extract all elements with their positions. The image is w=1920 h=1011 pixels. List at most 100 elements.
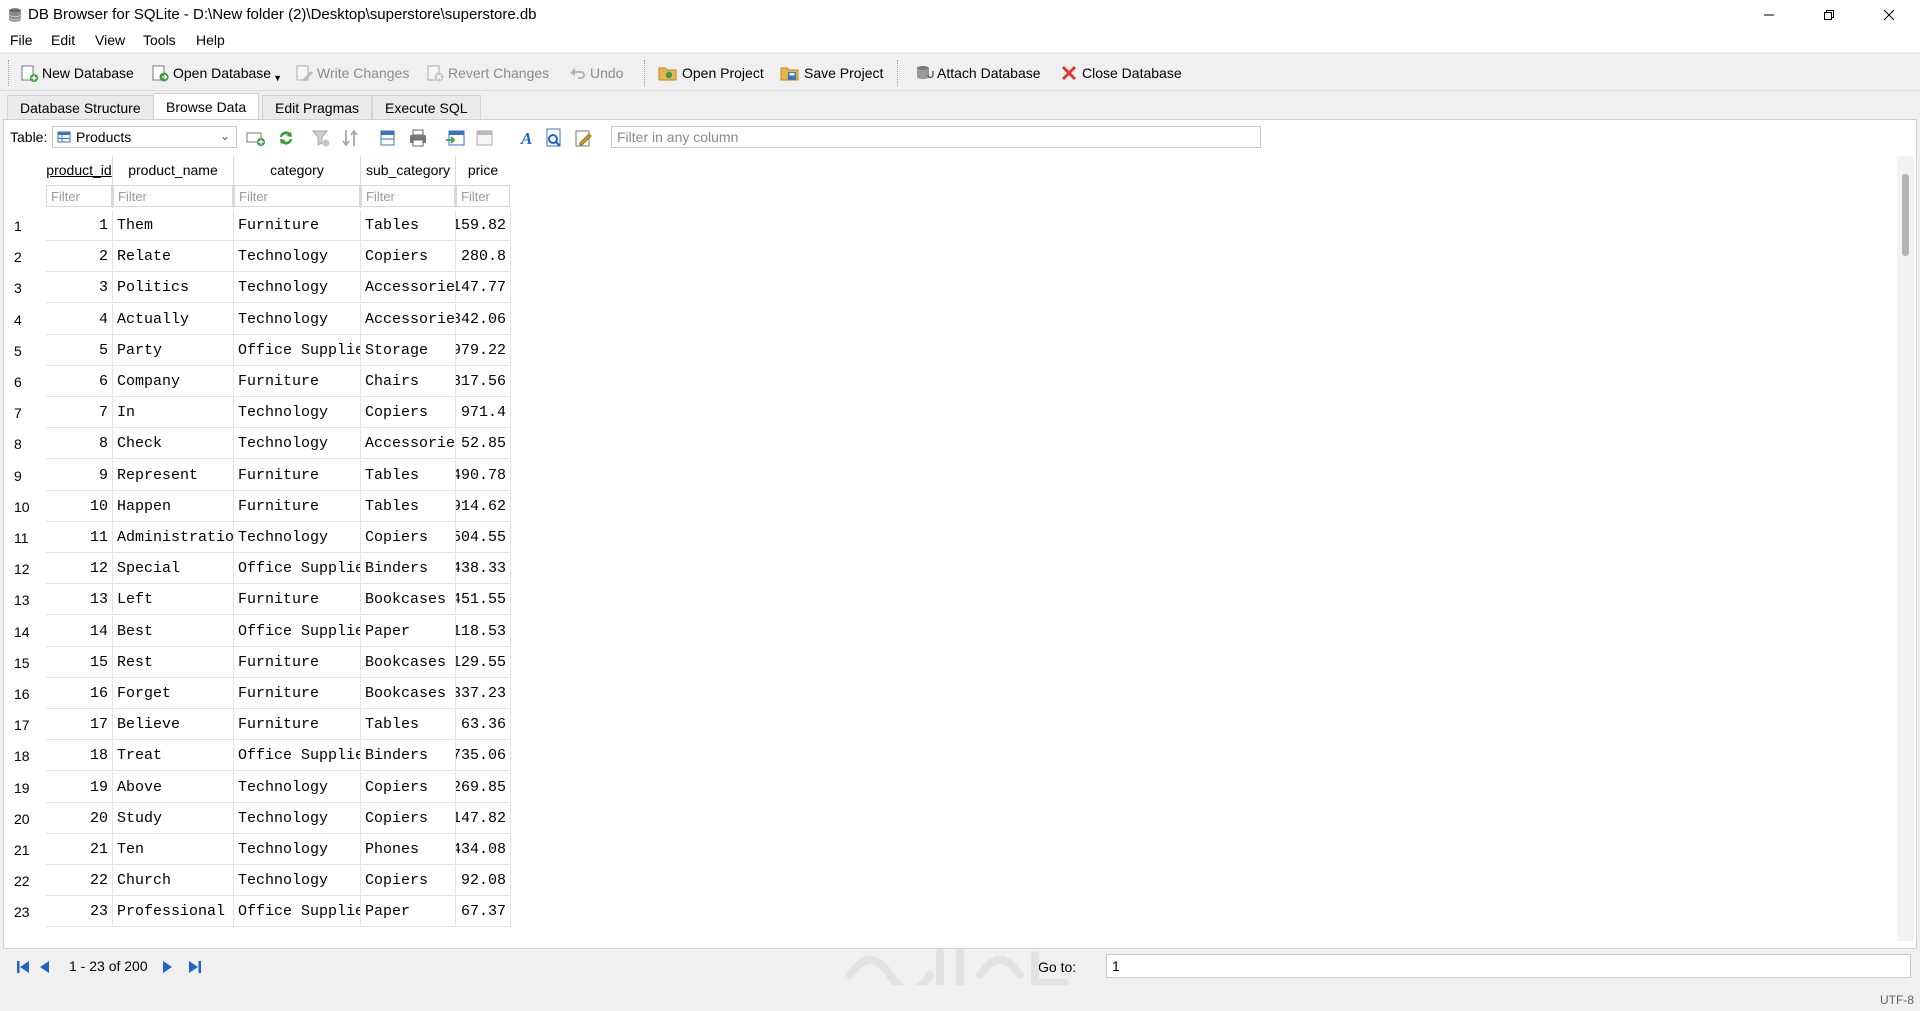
cell-product-id[interactable]: 12 bbox=[46, 553, 113, 584]
cell-sub-category[interactable]: Phones bbox=[361, 834, 456, 865]
cell-product-name[interactable]: Represent bbox=[113, 460, 234, 491]
cell-price[interactable]: 817.56 bbox=[456, 366, 511, 397]
cell-category[interactable]: Technology bbox=[234, 272, 361, 303]
row-header[interactable]: 23 bbox=[8, 896, 46, 927]
cell-category[interactable]: Furniture bbox=[234, 678, 361, 709]
cell-sub-category[interactable]: Copiers bbox=[361, 865, 456, 896]
cell-price[interactable]: 504.55 bbox=[456, 522, 511, 553]
cell-sub-category[interactable]: Copiers bbox=[361, 522, 456, 553]
cell-product-id[interactable]: 2 bbox=[46, 241, 113, 272]
cell-product-id[interactable]: 7 bbox=[46, 397, 113, 428]
column-header-product-id[interactable]: product_id bbox=[46, 156, 112, 184]
cell-product-name[interactable]: Happen bbox=[113, 491, 234, 522]
cell-sub-category[interactable]: Copiers bbox=[361, 397, 456, 428]
revert-changes-button[interactable]: Revert Changes bbox=[425, 59, 549, 87]
new-database-button[interactable]: New Database bbox=[19, 59, 134, 87]
last-page-button[interactable] bbox=[183, 955, 207, 979]
column-header-category[interactable]: category bbox=[234, 156, 360, 184]
row-header[interactable]: 3 bbox=[8, 272, 46, 303]
export-button[interactable] bbox=[474, 126, 498, 150]
open-project-button[interactable]: Open Project bbox=[657, 59, 764, 87]
cell-sub-category[interactable]: Accessories bbox=[361, 272, 456, 303]
menu-help[interactable]: Help bbox=[196, 32, 225, 48]
cell-category[interactable]: Furniture bbox=[234, 584, 361, 615]
cell-price[interactable]: 52.85 bbox=[456, 428, 511, 459]
tab-edit-pragmas[interactable]: Edit Pragmas bbox=[262, 95, 373, 119]
row-header[interactable]: 20 bbox=[8, 803, 46, 834]
cell-category[interactable]: Office Supplies bbox=[234, 896, 361, 927]
cell-category[interactable]: Office Supplies bbox=[234, 335, 361, 366]
cell-sub-category[interactable]: Bookcases bbox=[361, 647, 456, 678]
cell-category[interactable]: Technology bbox=[234, 522, 361, 553]
cell-product-id[interactable]: 18 bbox=[46, 740, 113, 771]
cell-product-name[interactable]: In bbox=[113, 397, 234, 428]
cell-product-id[interactable]: 15 bbox=[46, 647, 113, 678]
cell-category[interactable]: Furniture bbox=[234, 647, 361, 678]
cell-product-id[interactable]: 9 bbox=[46, 460, 113, 491]
row-header[interactable]: 19 bbox=[8, 772, 46, 803]
cell-price[interactable]: 434.08 bbox=[456, 834, 511, 865]
tab-database-structure[interactable]: Database Structure bbox=[7, 95, 154, 119]
cell-category[interactable]: Technology bbox=[234, 397, 361, 428]
cell-category[interactable]: Technology bbox=[234, 834, 361, 865]
cell-price[interactable]: 129.55 bbox=[456, 647, 511, 678]
cell-category[interactable]: Furniture bbox=[234, 491, 361, 522]
column-header-product-name[interactable]: product_name bbox=[113, 156, 233, 184]
cell-price[interactable]: 269.85 bbox=[456, 772, 511, 803]
row-header[interactable]: 16 bbox=[8, 678, 46, 709]
cell-product-name[interactable]: Study bbox=[113, 803, 234, 834]
row-header[interactable]: 9 bbox=[8, 460, 46, 491]
column-header-sub-category[interactable]: sub_category bbox=[361, 156, 455, 184]
menu-file[interactable]: File bbox=[10, 32, 33, 48]
cell-product-name[interactable]: Church bbox=[113, 865, 234, 896]
cell-product-name[interactable]: Professional bbox=[113, 896, 234, 927]
cell-product-name[interactable]: Administration bbox=[113, 522, 234, 553]
cell-product-id[interactable]: 3 bbox=[46, 272, 113, 303]
cell-product-id[interactable]: 19 bbox=[46, 772, 113, 803]
set-encoding-button[interactable]: A bbox=[514, 126, 538, 150]
cell-product-name[interactable]: Party bbox=[113, 335, 234, 366]
row-header[interactable]: 15 bbox=[8, 647, 46, 678]
goto-input[interactable] bbox=[1106, 954, 1911, 978]
cell-product-id[interactable]: 17 bbox=[46, 709, 113, 740]
menu-edit[interactable]: Edit bbox=[51, 32, 75, 48]
menu-view[interactable]: View bbox=[95, 32, 125, 48]
column-header-price[interactable]: price bbox=[456, 156, 510, 184]
cell-price[interactable]: 147.82 bbox=[456, 803, 511, 834]
close-database-button[interactable]: Close Database bbox=[1059, 59, 1182, 87]
cell-price[interactable]: 280.8 bbox=[456, 241, 511, 272]
cell-sub-category[interactable]: Copiers bbox=[361, 803, 456, 834]
filter-sub-category[interactable] bbox=[361, 185, 455, 207]
cell-price[interactable]: 63.36 bbox=[456, 709, 511, 740]
cell-category[interactable]: Furniture bbox=[234, 366, 361, 397]
cell-sub-category[interactable]: Binders bbox=[361, 740, 456, 771]
cell-category[interactable]: Technology bbox=[234, 428, 361, 459]
filter-product-id[interactable] bbox=[46, 185, 112, 207]
cell-sub-category[interactable]: Copiers bbox=[361, 241, 456, 272]
cell-product-name[interactable]: Left bbox=[113, 584, 234, 615]
cell-product-id[interactable]: 14 bbox=[46, 616, 113, 647]
cell-category[interactable]: Technology bbox=[234, 772, 361, 803]
next-page-button[interactable] bbox=[155, 955, 179, 979]
cell-product-id[interactable]: 16 bbox=[46, 678, 113, 709]
cell-price[interactable]: 842.06 bbox=[456, 304, 511, 335]
cell-sub-category[interactable]: Accessories bbox=[361, 304, 456, 335]
row-header[interactable]: 5 bbox=[8, 335, 46, 366]
row-header[interactable]: 6 bbox=[8, 366, 46, 397]
cell-price[interactable]: 971.4 bbox=[456, 397, 511, 428]
tab-browse-data[interactable]: Browse Data bbox=[153, 93, 260, 119]
clear-sorting-button[interactable] bbox=[339, 126, 363, 150]
row-header[interactable]: 12 bbox=[8, 553, 46, 584]
row-header[interactable]: 17 bbox=[8, 709, 46, 740]
cell-sub-category[interactable]: Paper bbox=[361, 896, 456, 927]
row-header[interactable]: 21 bbox=[8, 834, 46, 865]
cell-category[interactable]: Furniture bbox=[234, 210, 361, 241]
cell-price[interactable]: 159.82 bbox=[456, 210, 511, 241]
refresh-button[interactable] bbox=[274, 126, 298, 150]
row-header[interactable]: 18 bbox=[8, 740, 46, 771]
cell-category[interactable]: Office Supplies bbox=[234, 740, 361, 771]
cell-price[interactable]: 490.78 bbox=[456, 460, 511, 491]
write-changes-button[interactable]: Write Changes bbox=[294, 59, 409, 87]
filter-any-column-input[interactable] bbox=[611, 126, 1261, 148]
toolbar-grip[interactable] bbox=[644, 60, 647, 86]
